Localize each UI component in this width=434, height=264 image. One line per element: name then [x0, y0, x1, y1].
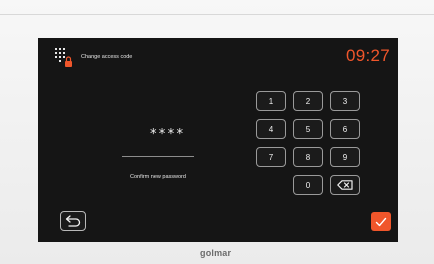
bezel-divider	[0, 14, 434, 15]
backspace-key[interactable]	[330, 175, 360, 195]
key-2[interactable]: 2	[293, 91, 323, 111]
return-arrow-icon	[65, 215, 81, 227]
confirm-button[interactable]	[371, 212, 391, 231]
keypad-lock-icon	[55, 48, 72, 67]
key-6[interactable]: 6	[330, 119, 360, 139]
brand-logo: golmar	[200, 248, 232, 258]
monitor-screen: Change access code 09:27 **** Confirm ne…	[38, 38, 398, 242]
clock: 09:27	[345, 46, 390, 65]
intercom-device: Change access code 09:27 **** Confirm ne…	[0, 0, 434, 264]
confirm-password-label: Confirm new password	[130, 174, 186, 180]
key-3[interactable]: 3	[330, 91, 360, 111]
key-5[interactable]: 5	[293, 119, 323, 139]
backspace-icon	[337, 180, 353, 190]
checkmark-icon	[375, 217, 387, 226]
key-8[interactable]: 8	[293, 147, 323, 167]
key-0[interactable]: 0	[293, 175, 323, 195]
back-button[interactable]	[60, 211, 86, 231]
password-underline	[122, 156, 194, 157]
page-title: Change access code	[81, 54, 133, 60]
key-4[interactable]: 4	[256, 119, 286, 139]
password-field[interactable]: ****	[122, 127, 212, 142]
key-1[interactable]: 1	[256, 91, 286, 111]
key-7[interactable]: 7	[256, 147, 286, 167]
key-9[interactable]: 9	[330, 147, 360, 167]
